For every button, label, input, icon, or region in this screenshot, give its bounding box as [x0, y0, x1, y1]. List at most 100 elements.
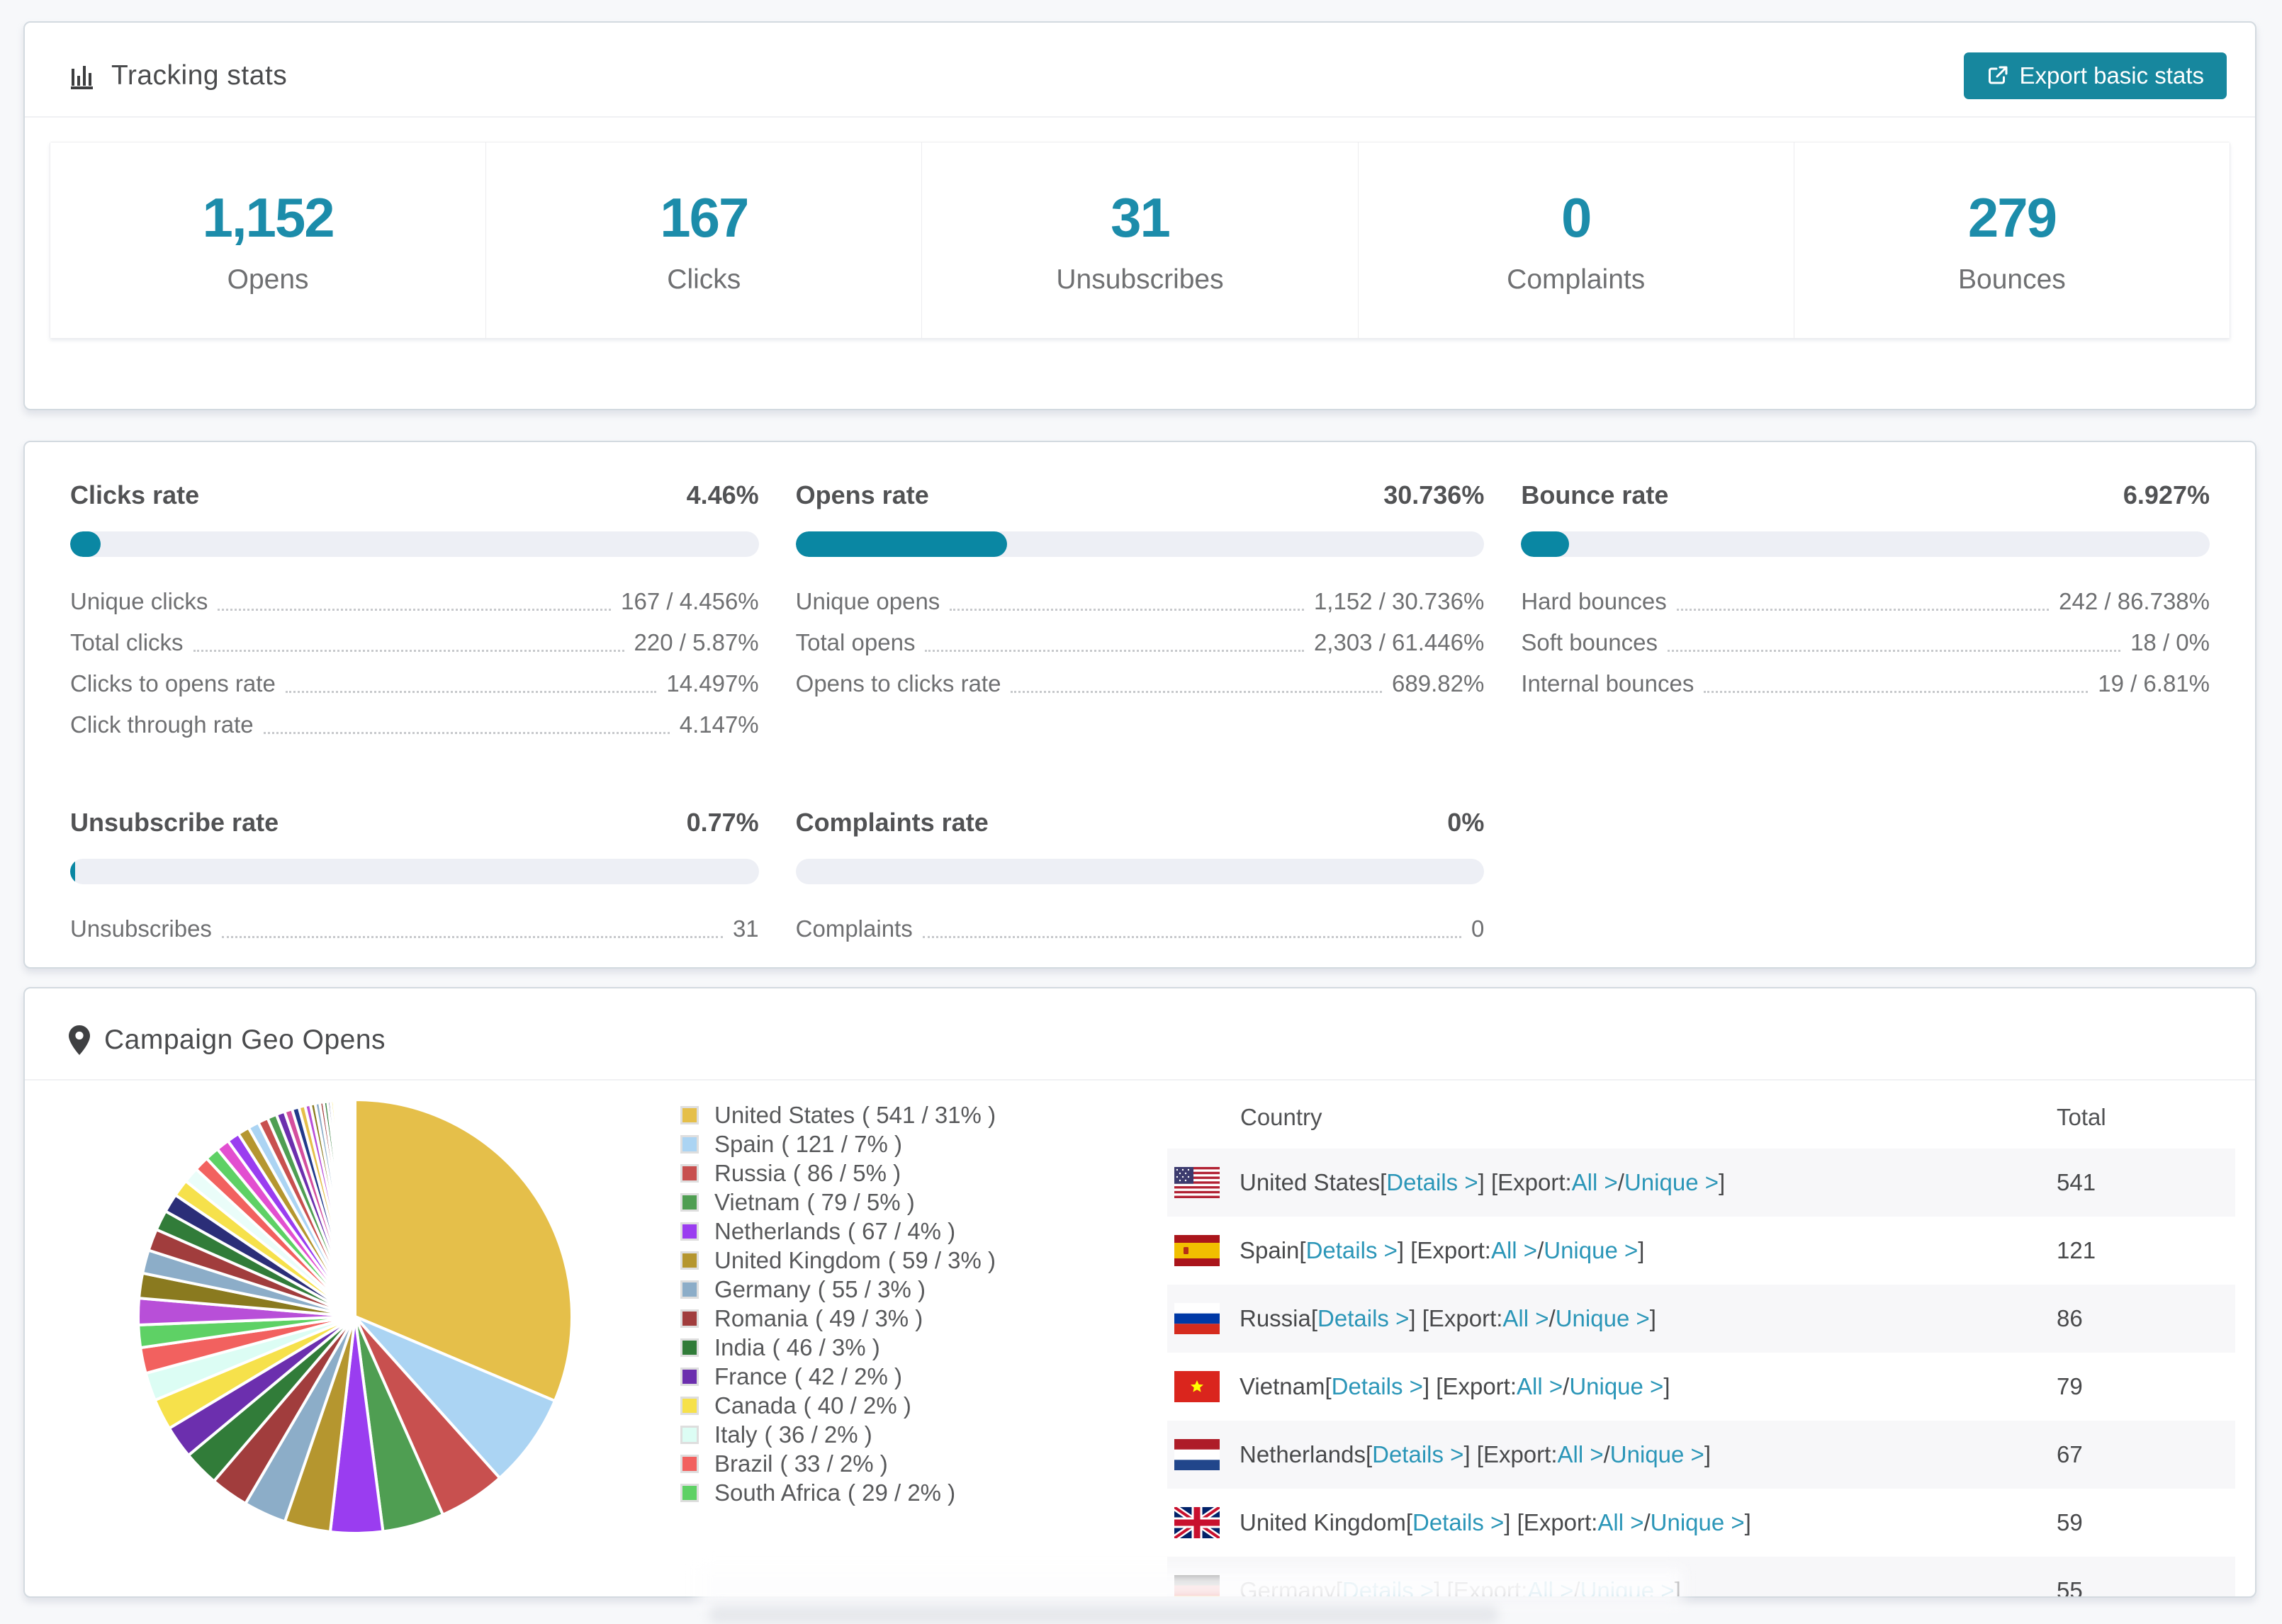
- bracket-token: [: [1325, 1373, 1332, 1399]
- legend-color-swatch: [680, 1280, 699, 1299]
- slash-token: /: [1617, 1169, 1624, 1195]
- legend-color-swatch: [680, 1105, 699, 1124]
- legend-country: Italy: [714, 1421, 758, 1448]
- country-total: 55: [2057, 1577, 2083, 1598]
- rates-grid: Clicks rate 4.46% Unique clicks 167 / 4.…: [70, 480, 2210, 949]
- legend-color-swatch: [680, 1309, 699, 1328]
- rate-section: Opens rate 30.736% Unique opens 1,152 / …: [795, 480, 1485, 745]
- geo-pie-chart: [125, 1087, 585, 1546]
- export-all-link[interactable]: All >: [1491, 1237, 1537, 1264]
- rate-row-value: 167 / 4.456%: [621, 588, 759, 614]
- legend-item: Vietnam ( 79 / 5% ): [680, 1188, 996, 1217]
- stat-label: Complaints: [1507, 264, 1646, 295]
- geo-table-row: Netherlands [Details >] [Export: All > /…: [1167, 1421, 2235, 1489]
- rate-row: Click through rate 4.147%: [70, 704, 759, 745]
- country-total: 67: [2057, 1441, 2083, 1467]
- legend-detail: ( 55 / 3% ): [817, 1275, 926, 1302]
- legend-color-swatch: [680, 1396, 699, 1415]
- rate-row-label: Hard bounces: [1521, 588, 1667, 614]
- export-all-link[interactable]: All >: [1597, 1509, 1643, 1536]
- stat-cell: 1,152 Opens: [50, 142, 486, 338]
- rate-title: Clicks rate: [70, 480, 200, 509]
- rate-row: Unique clicks 167 / 4.456%: [70, 581, 759, 622]
- legend-item: United States ( 541 / 31% ): [680, 1100, 996, 1129]
- geo-header: Campaign Geo Opens: [25, 988, 2255, 1079]
- rate-rows: Unique clicks 167 / 4.456% Total clicks …: [70, 581, 759, 745]
- country-flag-icon: [1174, 1303, 1220, 1334]
- export-unique-link[interactable]: Unique >: [1651, 1509, 1745, 1536]
- details-link[interactable]: Details >: [1306, 1237, 1398, 1264]
- rate-value: 4.46%: [686, 480, 759, 509]
- stat-label: Unsubscribes: [1056, 264, 1224, 295]
- legend-detail: ( 33 / 2% ): [780, 1450, 888, 1477]
- rate-title: Bounce rate: [1521, 480, 1669, 509]
- slash-token: /: [1603, 1441, 1610, 1467]
- details-link[interactable]: Details >: [1332, 1373, 1423, 1400]
- legend-color-swatch: [680, 1134, 699, 1154]
- dotted-leader: [218, 592, 612, 611]
- rate-header: Clicks rate 4.46%: [70, 480, 759, 510]
- country-name: Spain: [1240, 1237, 1300, 1263]
- legend-detail: ( 36 / 2% ): [764, 1421, 872, 1448]
- stat-cell: 279 Bounces: [1794, 142, 2230, 338]
- legend-country: Vietnam: [714, 1188, 800, 1215]
- rate-row-label: Opens to clicks rate: [795, 670, 1001, 697]
- export-token: ] [Export:: [1504, 1509, 1598, 1535]
- blur-artifact-pill: [709, 1606, 1499, 1624]
- progress-bar-track: [70, 859, 759, 884]
- geo-table-row: Russia [Details >] [Export: All > / Uniq…: [1167, 1285, 2235, 1353]
- rate-row: Hard bounces 242 / 86.738%: [1521, 581, 2210, 622]
- details-link[interactable]: Details >: [1372, 1441, 1463, 1468]
- stat-label: Opens: [227, 264, 309, 295]
- legend-detail: ( 121 / 7% ): [781, 1130, 902, 1157]
- export-basic-stats-button[interactable]: Export basic stats: [1963, 52, 2227, 99]
- rate-row-value: 689.82%: [1392, 670, 1485, 697]
- legend-country: Brazil: [714, 1450, 773, 1477]
- legend-color-swatch: [680, 1425, 699, 1444]
- progress-bar-fill: [70, 531, 101, 557]
- rate-row-value: 1,152 / 30.736%: [1313, 588, 1485, 614]
- rate-row-label: Unique opens: [795, 588, 940, 614]
- stat-value: 279: [1967, 186, 2057, 249]
- details-link[interactable]: Details >: [1317, 1305, 1409, 1332]
- export-unique-link[interactable]: Unique >: [1610, 1441, 1704, 1468]
- export-token: ] [Export:: [1478, 1169, 1572, 1195]
- progress-bar-track: [70, 531, 759, 557]
- export-all-link[interactable]: All >: [1558, 1441, 1604, 1468]
- dotted-leader: [1667, 633, 2121, 652]
- column-header-country: Country: [1240, 1104, 1322, 1130]
- rate-row-value: 19 / 6.81%: [2098, 670, 2210, 697]
- dotted-leader: [925, 633, 1304, 652]
- tracking-stats-card: Tracking stats Export basic stats 1,152 …: [23, 21, 2256, 410]
- rate-value: 6.927%: [2123, 480, 2210, 509]
- export-unique-link[interactable]: Unique >: [1569, 1373, 1663, 1400]
- export-all-link[interactable]: All >: [1502, 1305, 1548, 1332]
- legend-country: Romania: [714, 1304, 809, 1331]
- details-link[interactable]: Details >: [1386, 1169, 1478, 1196]
- rates-card: Clicks rate 4.46% Unique clicks 167 / 4.…: [23, 441, 2256, 969]
- country-total: 79: [2057, 1373, 2083, 1399]
- rate-header: Unsubscribe rate 0.77%: [70, 808, 759, 838]
- export-unique-link[interactable]: Unique >: [1624, 1169, 1719, 1196]
- export-unique-link[interactable]: Unique >: [1556, 1305, 1650, 1332]
- legend-item: Germany ( 55 / 3% ): [680, 1275, 996, 1304]
- campaign-geo-opens-card: Campaign Geo Opens United States ( 541 /…: [23, 987, 2256, 1598]
- export-all-link[interactable]: All >: [1572, 1169, 1618, 1196]
- details-link[interactable]: Details >: [1412, 1509, 1504, 1536]
- country-flag-icon: [1174, 1167, 1220, 1198]
- legend-item: South Africa ( 29 / 2% ): [680, 1478, 996, 1507]
- progress-bar-track: [795, 531, 1485, 557]
- rate-row-value: 2,303 / 61.446%: [1313, 629, 1485, 655]
- dotted-leader: [193, 633, 624, 652]
- export-unique-link[interactable]: Unique >: [1544, 1237, 1638, 1264]
- stat-value: 0: [1561, 186, 1592, 249]
- rate-row-value: 18 / 0%: [2130, 629, 2210, 655]
- stats-row: 1,152 Opens 167 Clicks 31 Unsubscribes 0…: [50, 142, 2230, 339]
- export-token: ] [Export:: [1422, 1373, 1517, 1399]
- dotted-leader: [1011, 675, 1383, 693]
- export-all-link[interactable]: All >: [1517, 1373, 1563, 1400]
- geo-body: United States ( 541 / 31% ) Spain ( 121 …: [25, 1081, 2255, 1598]
- legend-country: United States: [714, 1101, 855, 1128]
- rate-value: 0.77%: [686, 808, 759, 837]
- bracket-close-token: ]: [1718, 1169, 1726, 1195]
